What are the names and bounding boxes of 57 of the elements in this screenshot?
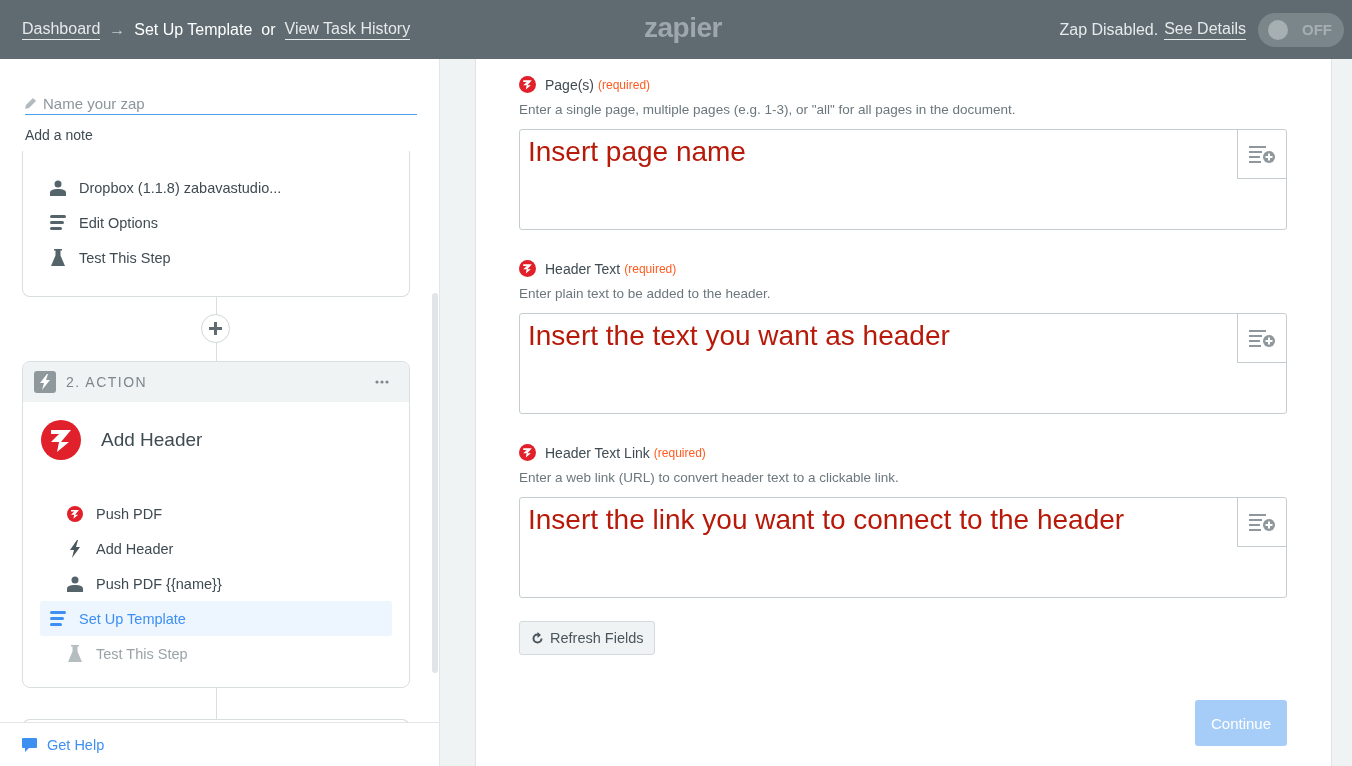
field-description: Enter plain text to be added to the header.: [519, 286, 772, 301]
chat-icon: [22, 737, 37, 752]
add-note-link[interactable]: Add a note: [25, 127, 417, 143]
list-add-icon: [1249, 329, 1275, 347]
lightning-icon: [69, 539, 81, 558]
step-menu-item[interactable]: Test This Step: [23, 240, 409, 275]
breadcrumb-link[interactable]: Dashboard: [22, 19, 101, 40]
insert-data-button[interactable]: [1237, 498, 1286, 547]
app-logo-icon: [519, 76, 536, 93]
lines-icon: [50, 611, 66, 626]
step-menu-item[interactable]: Push PDF: [40, 496, 392, 531]
required-label: (required): [653, 445, 706, 460]
breadcrumb-link[interactable]: View Task History: [284, 19, 411, 40]
lines-icon: [50, 215, 66, 230]
breadcrumb-text: or: [261, 20, 276, 39]
field-label: Page(s): [545, 76, 595, 93]
plus-icon: [209, 322, 222, 335]
more-icon[interactable]: [375, 380, 389, 384]
list-add-icon: [1249, 145, 1275, 163]
breadcrumb-text: Set Up Template: [134, 20, 253, 39]
flask-icon: [68, 645, 82, 662]
status-text: Zap Disabled.: [1059, 20, 1159, 39]
zapier-logo: zapier: [644, 12, 722, 44]
insert-data-button[interactable]: [1237, 314, 1286, 363]
field-label: Header Text Link: [545, 444, 650, 461]
get-help-link[interactable]: Get Help: [47, 736, 105, 753]
app-logo-icon: [519, 444, 536, 461]
field-description: Enter a single page, multiple pages (e.g. 1-3), or "all" for all pages in the document.: [519, 102, 1017, 117]
step-menu-item[interactable]: Push PDF {{name}}: [40, 566, 392, 601]
field-description: Enter a web link (URL) to convert header text to a clickable link.: [519, 470, 900, 485]
person-icon: [67, 575, 83, 592]
pencil-icon: [25, 97, 37, 109]
app-title: Add Header: [101, 429, 203, 451]
app-logo-icon: [41, 420, 81, 460]
lightning-badge-icon: [34, 371, 56, 393]
text-field[interactable]: Insert the link you want to connect to the header: [519, 497, 1287, 598]
breadcrumb-text: →: [109, 20, 126, 39]
required-label: (required): [598, 77, 651, 92]
step-menu-item[interactable]: Edit Options: [23, 205, 409, 240]
step-menu-item[interactable]: Dropbox (1.1.8) zabavastudio...: [23, 170, 409, 205]
app-logo-icon: [67, 505, 83, 522]
text-field[interactable]: Insert the text you want as header: [519, 313, 1287, 414]
flask-icon: [51, 249, 65, 266]
app-logo-icon: [519, 260, 536, 277]
insert-data-button[interactable]: [1237, 130, 1286, 179]
step-label: 2. ACTION: [66, 374, 148, 390]
required-label: (required): [624, 261, 677, 276]
scrollbar[interactable]: [432, 293, 438, 673]
step-menu-item[interactable]: Add Header: [40, 531, 392, 566]
person-icon: [50, 179, 66, 196]
add-step-button[interactable]: [201, 314, 230, 343]
refresh-fields-button[interactable]: Refresh Fields: [519, 621, 656, 655]
list-add-icon: [1249, 513, 1275, 531]
text-field[interactable]: Insert page name: [519, 129, 1287, 230]
field-label: Header Text: [545, 260, 621, 277]
see-details-link[interactable]: See Details: [1164, 19, 1246, 40]
refresh-icon: [531, 631, 544, 645]
